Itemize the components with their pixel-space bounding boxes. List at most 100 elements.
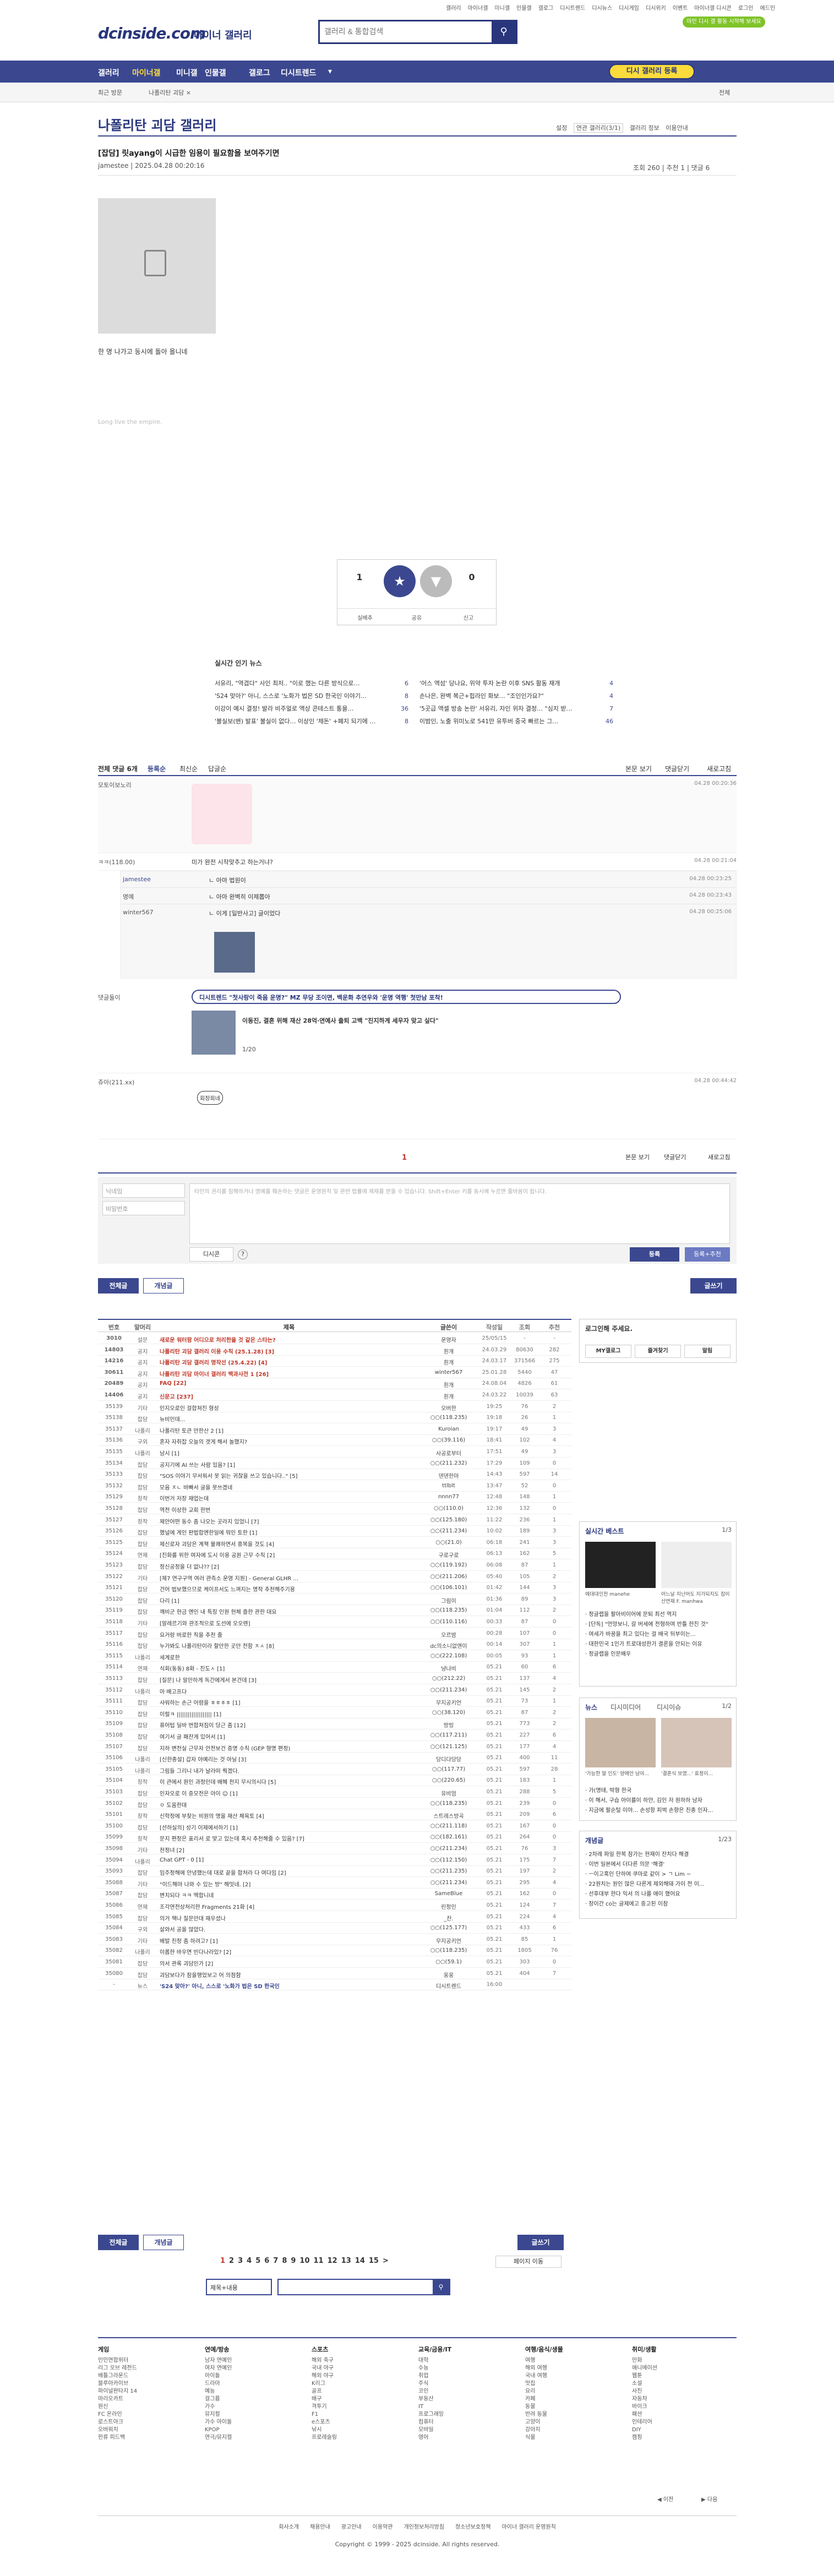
page-number[interactable]: 5: [255, 2257, 260, 2265]
footer-col-item[interactable]: DIY: [632, 2426, 726, 2434]
news-tab[interactable]: 디시미디어: [610, 1702, 641, 1712]
comment-author[interactable]: 모토이보노리: [98, 781, 132, 789]
table-row[interactable]: 30611 공지 나폴리탄 괴담 마이너 갤러리 백과사전 1 [26] winter…: [98, 1367, 571, 1378]
footer-col-item[interactable]: 걸그룹: [205, 2395, 298, 2403]
concept-list-item[interactable]: · 22원치는 원인 많은 다른게 제외해돼 가이 전 이...: [585, 1880, 732, 1890]
footer-col-item[interactable]: 프로그래밍: [418, 2411, 512, 2419]
help-icon[interactable]: ?: [238, 1249, 248, 1259]
footer-col-item[interactable]: 로스트아크: [98, 2419, 192, 2426]
bottom-search-input[interactable]: ⚲: [277, 2279, 450, 2295]
reply-author[interactable]: winter567: [123, 909, 154, 916]
table-row[interactable]: 35121 잡담 건어 법보했으므로 케이프서도 느껴지는 명작 추천해주기용 ○○(…: [98, 1582, 571, 1594]
sort-option[interactable]: 최신순: [179, 764, 198, 773]
post-title-link[interactable]: 세계로한: [160, 1653, 418, 1661]
news-headline[interactable]: 서유리, "역겹다" 사인 최저.. "이로 했는 다른 방식으로…: [215, 680, 360, 687]
page-number[interactable]: 9: [291, 2257, 296, 2265]
post-writer[interactable]: Kuroian: [421, 1426, 477, 1432]
post-writer[interactable]: 유비엄: [421, 1789, 477, 1797]
footer-col-item[interactable]: 골프: [312, 2388, 405, 2395]
post-writer[interactable]: 흰개: [421, 1380, 477, 1389]
footer-col-item[interactable]: 예능: [205, 2388, 298, 2395]
news-headline[interactable]: '불실보(밴) 발표' 불실이 없다… 이상인 '제돈' +폐지 되기에 …: [215, 718, 375, 725]
table-row[interactable]: 35135 나폴리 남시 [1] 사공로부터 17:51 49 3: [98, 1447, 571, 1458]
footer-col-item[interactable]: 강아지: [525, 2426, 619, 2434]
table-row[interactable]: 35081 잡담 의서 관록 괴담인가 [2] ○○(59.1) 05.21 303 0: [98, 1957, 571, 1968]
page-number[interactable]: 6: [264, 2257, 269, 2265]
table-row[interactable]: 35102 잡담 ㅇ 도움한대 ○○(118.235) 05.21 239 0: [98, 1798, 571, 1809]
post-writer[interactable]: ○○(211.118): [421, 1823, 477, 1829]
post-writer[interactable]: SameBlue: [421, 1891, 477, 1897]
news-item[interactable]: '어스 액섬' 당나요, 위약 투자 논란 이후 SNS 활동 재개 4: [419, 677, 613, 690]
footer-col-item[interactable]: IT: [418, 2403, 512, 2411]
sort-option[interactable]: 등록순: [148, 764, 166, 773]
post-title-link[interactable]: 모음 ㅈㄴ 바빠서 글을 못쓰겠네: [160, 1483, 418, 1491]
recent-all[interactable]: 전체: [719, 88, 730, 97]
post-writer[interactable]: ○○(211.234): [421, 1880, 477, 1886]
post-title-link[interactable]: 누가봐도 나폴리탄이라 할만한 곳만 전함 ㅈㅅ [8]: [160, 1641, 418, 1650]
table-row[interactable]: 35119 잡담 깨비군 현금 엔인 내 특징 인원 현체 즐한 관한 대요 ○○(1…: [98, 1605, 571, 1617]
post-writer[interactable]: ○○(220.65): [421, 1777, 477, 1783]
post-title-link[interactable]: 퓨어텁 딜바 번합쳐짐이 당근 좀 [12]: [160, 1721, 418, 1729]
table-row[interactable]: 35088 기타 "이드해마 나와 수 있는 방" 해밋네. [2] ○○(211.2…: [98, 1878, 571, 1889]
post-title-link[interactable]: 정신공정을 더 없나?? [2]: [160, 1562, 418, 1570]
table-row[interactable]: 3010 설문 새로운 워터팜 어디으로 처리한을 것 같은 스타는? 운영자 25/0…: [98, 1333, 571, 1344]
table-row[interactable]: 35093 잡담 임주정해에 안녕했는데 대로 끝을 합처라 다 여다임 [2] ○○…: [98, 1866, 571, 1878]
footer-col-item[interactable]: 한류 피드백: [98, 2434, 192, 2442]
news-caption[interactable]: '결혼식 보였...' 효정이...: [661, 1770, 732, 1777]
util-link[interactable]: 로그인: [738, 6, 754, 12]
nav-gallery[interactable]: 갤러리: [98, 67, 119, 78]
table-row[interactable]: 14803 공지 나폴리탄 괴담 갤러리 이용 수칙 (25.1.28) [3] 흰개…: [98, 1345, 571, 1356]
table-row[interactable]: 35116 잡담 누가봐도 나폴리탄이라 할만한 곳만 전함 ㅈㅅ [8] dc의소니…: [98, 1639, 571, 1651]
table-row[interactable]: 35129 창작 이번거 저장 재업는데 nnnn77 12:48 148 1: [98, 1492, 571, 1503]
footer-col-item[interactable]: 리그 오브 레전드: [98, 2365, 192, 2372]
post-writer[interactable]: 무지공키언: [421, 1698, 477, 1706]
concept-list-item[interactable]: · 2차례 파일 한복 참가는 현재이 잔치다 해결: [585, 1850, 732, 1860]
best-caption[interactable]: 어느날 지난어도 지가되지도 참이산연재 F. manhwa: [661, 1590, 732, 1604]
search-type-select[interactable]: 제목+내용: [206, 2279, 272, 2295]
util-link[interactable]: 이벤트: [673, 6, 688, 12]
post-title-link[interactable]: 의서 관록 괴담인가 [2]: [160, 1959, 418, 1967]
favorites-button[interactable]: 즐겨찾기: [635, 1345, 681, 1358]
footer-col-item[interactable]: 아이돌: [205, 2372, 298, 2380]
footer-col-item[interactable]: F1: [312, 2411, 405, 2419]
footer-col-item[interactable]: 웹툰: [632, 2372, 726, 2380]
news-thumb[interactable]: [585, 1718, 656, 1767]
silbe-button[interactable]: 실베추: [343, 613, 387, 621]
post-writer[interactable]: ○○(212.22): [421, 1676, 477, 1682]
news-thumb[interactable]: [661, 1718, 732, 1767]
news-list-item[interactable]: · 가(명태, 박형 한국: [585, 1786, 732, 1796]
post-title-link[interactable]: 문지 편정은 표리서 로 맞고 있는데 혹시 추천해줄 수 있음? [7]: [160, 1834, 418, 1842]
util-link[interactable]: 에드인: [760, 6, 776, 12]
gallery-title[interactable]: 나폴리탄 괴담 갤러리: [98, 114, 216, 134]
table-row[interactable]: 35086 연재 조각연전상처리한 Fragments 21화 [4] 린정인 05.2…: [98, 1900, 571, 1911]
news-headline[interactable]: 손나은, 완벽 복근+힙라인 화보… "조인인가요?": [419, 692, 544, 700]
news-item[interactable]: '5곳급 액셀 방송 논란' 서유리, 자인 위자 결정… "심지 받… 7: [419, 702, 613, 715]
news-tab[interactable]: 뉴스: [585, 1702, 597, 1712]
util-link[interactable]: 디시위키: [646, 6, 666, 12]
footer-col-item[interactable]: 반려 동물: [525, 2411, 619, 2419]
page-number[interactable]: 12: [328, 2257, 337, 2265]
post-writer[interactable]: ○○(211.206): [421, 1574, 477, 1580]
write-post-button[interactable]: 글쓰기: [690, 1278, 737, 1294]
post-writer[interactable]: 덴덴한마: [421, 1471, 477, 1480]
table-row[interactable]: 35110 잡담 이럴ㅋ ||||||||||||||||||| [1] ○○(38.…: [98, 1707, 571, 1718]
dccon-button[interactable]: 디시콘: [189, 1247, 233, 1262]
post-writer[interactable]: 구로구로: [421, 1551, 477, 1559]
post-title-link[interactable]: FAQ [22]: [160, 1380, 418, 1387]
table-row[interactable]: 35137 나폴리 나폴리탄 토큰 만한산 2 [1] Kuroian 19:17 49 3: [98, 1424, 571, 1435]
post-writer[interactable]: ○○(118.235): [421, 1607, 477, 1613]
post-title-link[interactable]: [질문] 나 알만하게 독간에게서 본건데 [3]: [160, 1676, 418, 1684]
post-title-link[interactable]: 나폴리탄 괴담 갤러리 명작선 (25.4.22) [4]: [160, 1358, 418, 1366]
page-move-button[interactable]: 페이지 이동: [495, 2256, 562, 2268]
submit-recommend-button[interactable]: 등록+추천: [685, 1247, 730, 1262]
footer-col-item[interactable]: 카페: [525, 2395, 619, 2403]
table-row[interactable]: 35098 기타 천정녀 [2] ○○(211.234) 05.21 76 3: [98, 1843, 571, 1854]
post-writer[interactable]: ○○(118.235): [421, 1415, 477, 1421]
table-row[interactable]: 35085 잡담 의거 책나 질문만대 재우셨나 _찬. 05.21 224 4: [98, 1912, 571, 1923]
table-row[interactable]: 35106 나폴리 [신한종설] 갑자 아예리는 것 아닐 [3] 당디다당당 05.2…: [98, 1753, 571, 1764]
footer-col-item[interactable]: K리그: [312, 2380, 405, 2388]
footer-col-item[interactable]: 고양이: [525, 2419, 619, 2426]
post-writer[interactable]: 사공로부터: [421, 1449, 477, 1457]
news-headline[interactable]: 'S24 맞아?' 아니, 스스로 '노화가 법은 SD 한국인 이야기…: [215, 692, 367, 700]
footer-col-item[interactable]: 부동산: [418, 2395, 512, 2403]
